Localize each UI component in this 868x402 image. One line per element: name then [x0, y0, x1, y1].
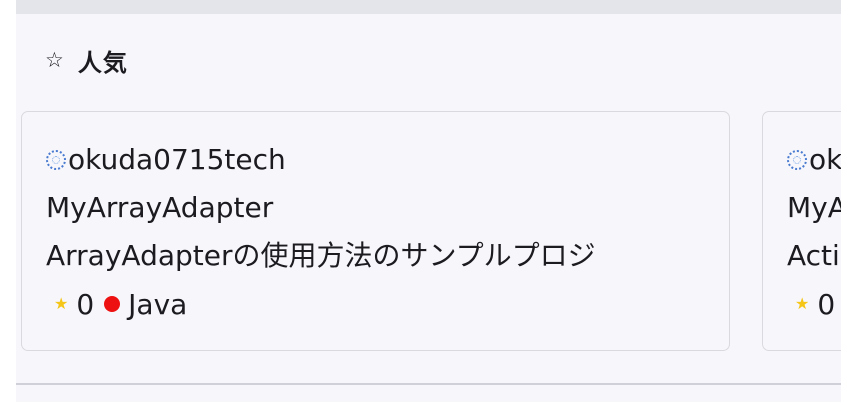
star-icon: ★ — [795, 294, 810, 313]
owner-avatar-icon — [46, 150, 66, 170]
star-icon: ★ — [54, 294, 69, 313]
screen: ☆ 人気 okuda0715tech MyArrayAdapter ArrayA… — [0, 0, 868, 402]
home-panel: ☆ 人気 okuda0715tech MyArrayAdapter ArrayA… — [16, 0, 841, 402]
repo-name: MyA — [787, 191, 841, 224]
section-divider — [16, 383, 841, 385]
repo-description: Acti — [787, 239, 840, 272]
language-color-dot — [104, 296, 121, 312]
repo-card[interactable]: okuda0715tech MyArrayAdapter ArrayAdapte… — [21, 111, 730, 351]
repo-description: ArrayAdapterの使用方法のサンプルプロジ — [46, 239, 596, 272]
popular-repo-carousel[interactable]: okuda0715tech MyArrayAdapter ArrayAdapte… — [16, 0, 841, 402]
repo-owner-row: ok — [787, 142, 841, 178]
repo-name: MyArrayAdapter — [46, 191, 274, 224]
star-count: 0 — [76, 287, 95, 321]
repo-owner: okuda0715tech — [68, 143, 286, 176]
repo-meta: ★ 0 Java — [54, 286, 187, 322]
repo-owner-row: okuda0715tech — [46, 142, 286, 178]
repo-owner: ok — [809, 143, 841, 176]
owner-avatar-icon — [787, 150, 807, 170]
repo-card[interactable]: ok MyA Acti ★ 0 — [762, 111, 841, 351]
repo-meta: ★ 0 — [795, 286, 841, 322]
star-count: 0 — [817, 287, 836, 321]
repo-language: Java — [128, 287, 188, 321]
